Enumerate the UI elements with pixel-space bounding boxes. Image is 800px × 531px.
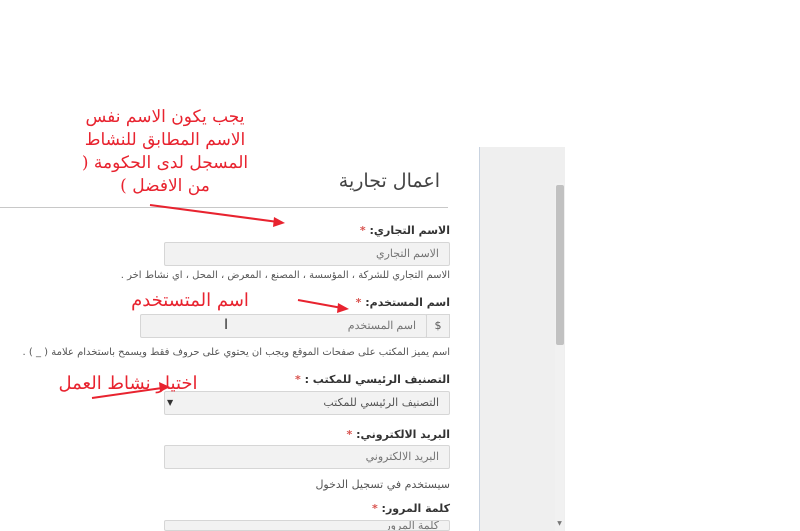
annotation-arrow-icon [91, 204, 349, 399]
